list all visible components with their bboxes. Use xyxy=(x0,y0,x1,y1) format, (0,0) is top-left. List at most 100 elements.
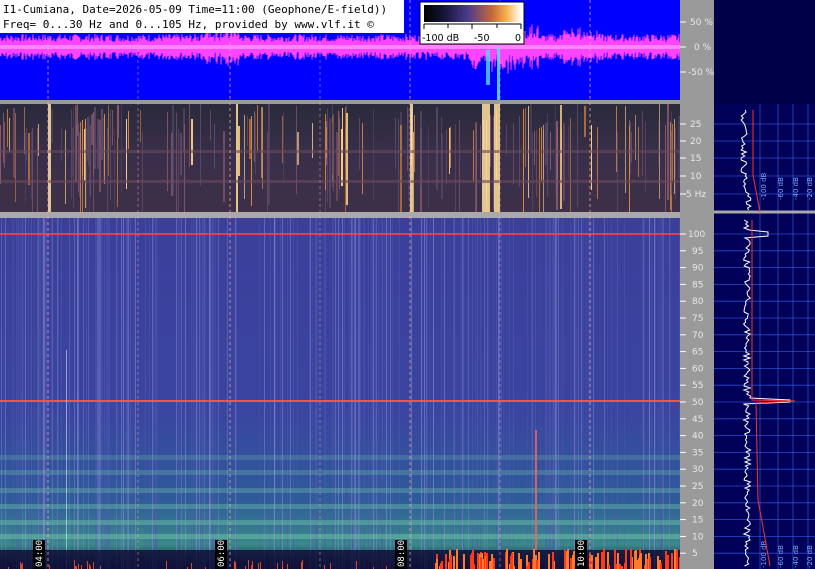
bottom-noise-spike xyxy=(258,563,259,569)
high-streak xyxy=(670,218,671,569)
high-streak xyxy=(199,218,200,569)
low-streak xyxy=(373,109,374,201)
high-streak xyxy=(463,218,464,569)
high-streak xyxy=(649,218,650,569)
high-streak xyxy=(212,218,213,569)
high-streak xyxy=(548,218,549,569)
bottom-noise-spike xyxy=(489,561,491,569)
high-streak xyxy=(96,218,97,569)
high-streak xyxy=(390,218,391,569)
low-streak xyxy=(26,128,27,161)
bottom-noise-spike xyxy=(234,561,235,569)
svg-text:25: 25 xyxy=(690,120,701,130)
high-streak xyxy=(531,218,532,569)
low-streak xyxy=(414,115,415,172)
high-streak xyxy=(588,218,589,569)
low-streak-bright xyxy=(482,104,490,212)
high-streak xyxy=(368,218,369,569)
bottom-noise-spike xyxy=(49,565,50,569)
high-streak xyxy=(354,218,355,569)
bottom-noise-spike xyxy=(597,553,599,569)
high-streak xyxy=(38,218,39,569)
high-streak xyxy=(532,218,533,569)
high-streak xyxy=(607,218,608,569)
bottom-noise-spike xyxy=(453,556,455,569)
waveform-zero-band xyxy=(0,45,680,49)
high-streak xyxy=(411,218,412,569)
bottom-noise-spike xyxy=(324,565,325,569)
high-streak xyxy=(624,218,625,569)
bottom-noise-spike xyxy=(552,552,554,569)
low-streak xyxy=(362,123,363,194)
low-streak xyxy=(534,131,535,165)
high-streak xyxy=(453,218,454,569)
high-streak xyxy=(382,218,383,569)
high-streak xyxy=(642,218,643,569)
low-streak xyxy=(541,127,542,182)
high-streak xyxy=(545,218,546,569)
high-streak xyxy=(363,218,364,569)
high-streak xyxy=(554,218,555,569)
low-streak xyxy=(398,119,399,212)
high-streak xyxy=(34,218,35,569)
high-streak xyxy=(290,218,291,569)
high-streak xyxy=(20,218,21,569)
low-streak xyxy=(616,106,617,172)
high-streak xyxy=(335,218,336,569)
bottom-noise-spike xyxy=(166,561,167,569)
high-streak xyxy=(371,218,372,569)
high-streak xyxy=(99,218,100,569)
bottom-noise-spike xyxy=(248,560,249,569)
bottom-noise-spike xyxy=(445,554,447,569)
high-streak xyxy=(191,218,192,569)
low-streak xyxy=(255,114,256,174)
bottom-noise-spike xyxy=(74,560,75,569)
high-streak xyxy=(134,218,135,569)
hum-line-50hz xyxy=(0,400,680,402)
low-streak-bright xyxy=(236,104,238,212)
high-streak xyxy=(58,218,59,569)
high-streak xyxy=(309,218,310,569)
high-freq-tick-label: 40 xyxy=(692,432,704,442)
bottom-noise-spike xyxy=(20,562,21,569)
high-streak xyxy=(349,218,350,569)
low-streak xyxy=(251,116,252,206)
low-streak xyxy=(670,122,671,210)
harmonic-band xyxy=(0,534,680,539)
bottom-noise-spike xyxy=(191,563,192,569)
low-streak-bright xyxy=(494,104,500,212)
svg-text:0 %: 0 % xyxy=(694,43,712,53)
high-streak xyxy=(194,218,195,569)
low-streak xyxy=(28,133,30,185)
high-streak xyxy=(316,218,317,569)
high-streak xyxy=(37,218,38,569)
high-streak xyxy=(561,218,562,569)
bottom-noise-spike xyxy=(463,554,465,569)
high-streak xyxy=(106,218,107,569)
high-streak xyxy=(663,218,664,569)
bottom-noise-spike xyxy=(534,557,536,569)
low-streak xyxy=(25,133,26,203)
high-streak xyxy=(558,218,559,569)
bottom-noise-spike xyxy=(89,564,90,569)
high-streak xyxy=(83,218,84,569)
low-streak xyxy=(297,132,299,165)
low-streak xyxy=(420,111,422,188)
bottom-noise-spike xyxy=(649,557,651,569)
high-streak xyxy=(660,218,661,569)
high-streak xyxy=(462,218,463,569)
svg-text:-20 dB: -20 dB xyxy=(806,545,814,568)
low-streak xyxy=(450,127,451,168)
bottom-noise-spike xyxy=(81,565,82,569)
low-streak xyxy=(459,120,460,212)
high-streak xyxy=(45,218,46,569)
high-streak xyxy=(546,218,547,569)
bottom-noise-spike xyxy=(601,552,603,569)
bottom-noise-spike xyxy=(330,563,331,569)
bottom-noise-spike xyxy=(441,561,443,569)
high-streak xyxy=(5,218,6,569)
high-streak xyxy=(40,218,41,569)
high-streak xyxy=(264,218,265,569)
bottom-noise-spike xyxy=(538,552,540,569)
high-streak xyxy=(556,218,557,569)
